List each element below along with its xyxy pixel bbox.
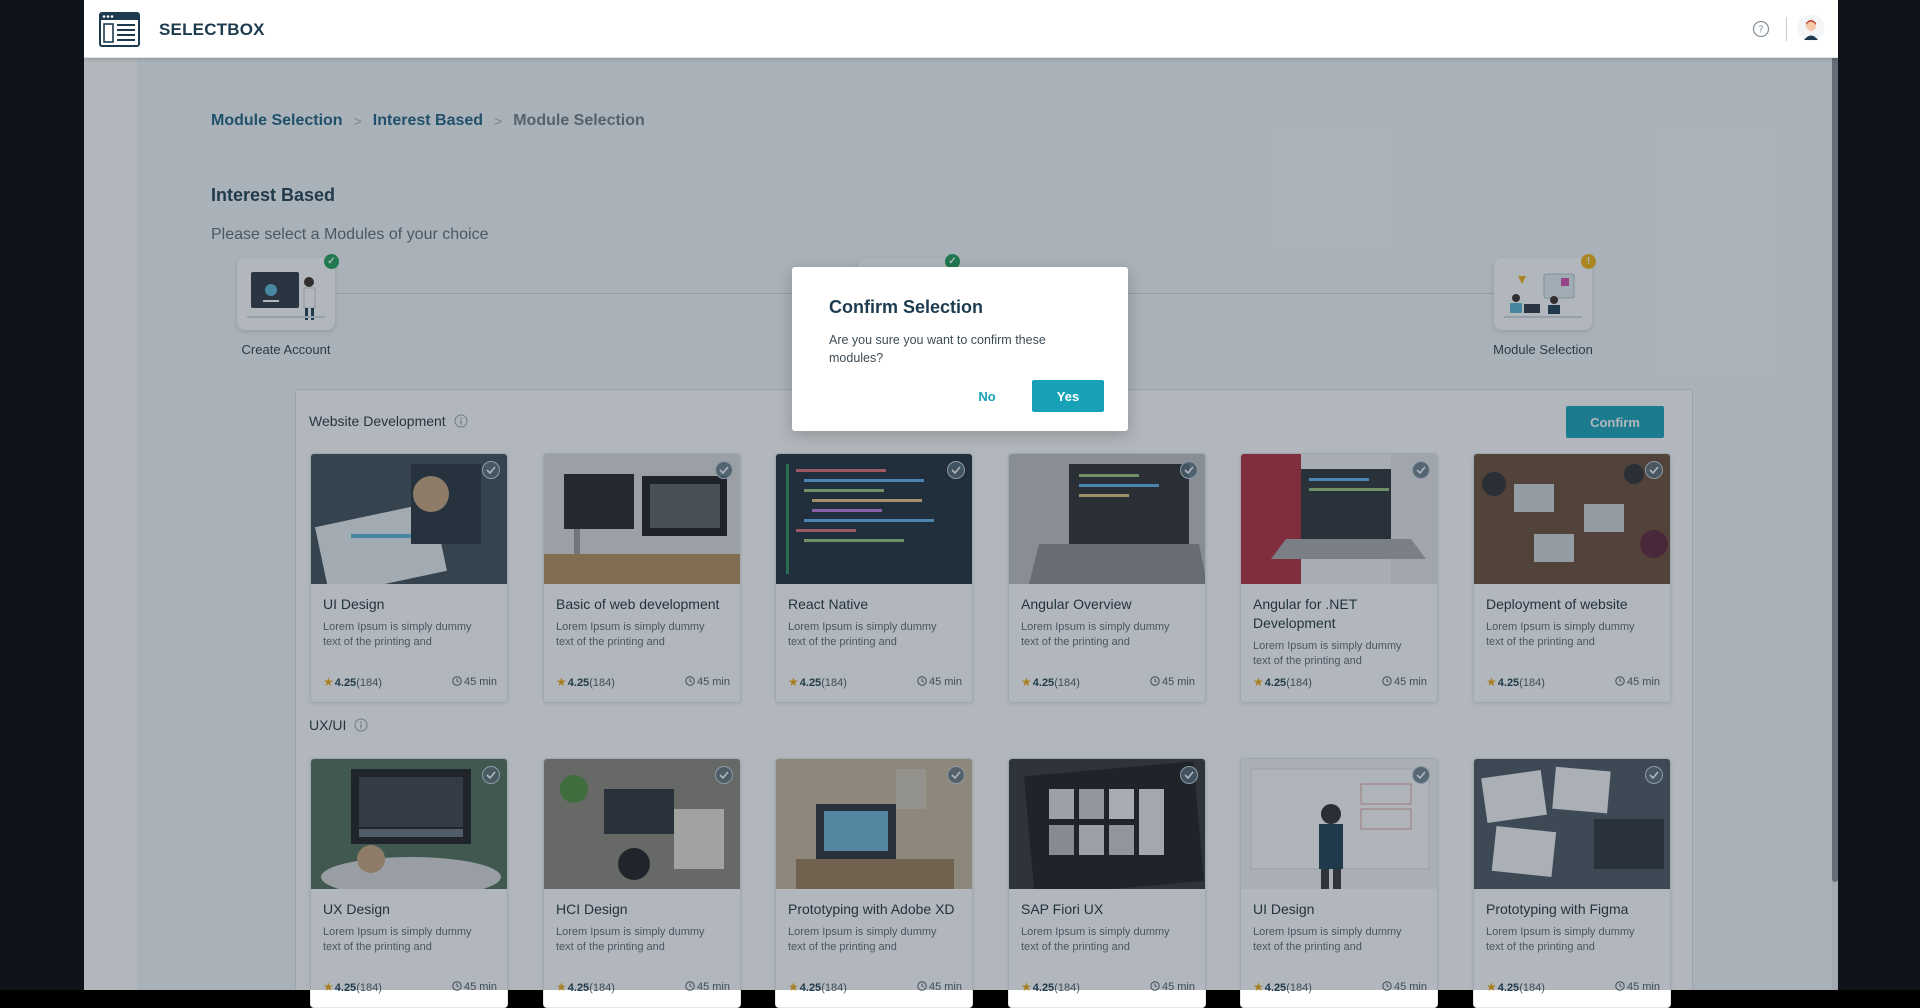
dialog-message: Are you sure you want to confirm these m… (829, 333, 1046, 365)
confirm-selection-dialog: Confirm Selection Are you sure you want … (792, 267, 1128, 431)
brand-name: SELECTBOX (159, 20, 265, 39)
modal-backdrop[interactable] (0, 0, 1920, 990)
yes-button[interactable]: Yes (1032, 380, 1104, 412)
help-circle-icon[interactable]: ? (1752, 20, 1770, 38)
navbar-divider (1786, 17, 1787, 41)
no-button[interactable]: No (957, 380, 1017, 412)
app-window-icon[interactable] (99, 12, 140, 47)
dialog-title: Confirm Selection (829, 297, 984, 317)
user-avatar-icon[interactable] (1797, 14, 1825, 42)
svg-text:?: ? (1758, 25, 1763, 36)
top-navbar: SELECTBOX ? (84, 0, 1838, 58)
